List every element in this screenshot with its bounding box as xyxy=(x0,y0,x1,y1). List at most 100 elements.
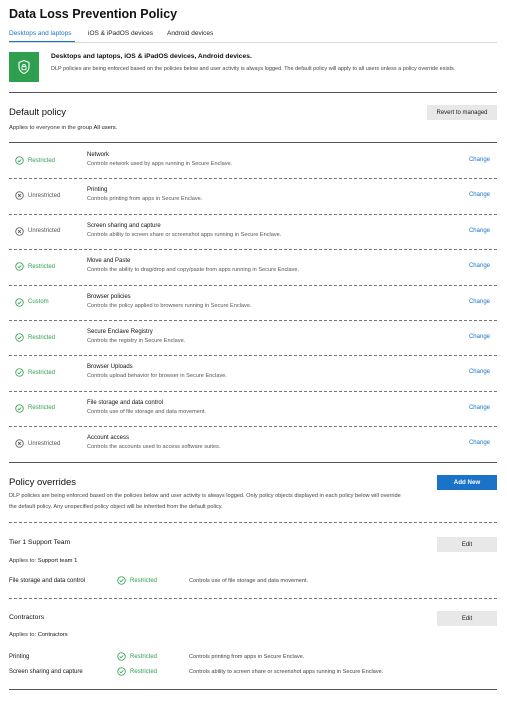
override-group-title: Contractors xyxy=(9,614,45,621)
add-new-override-button[interactable]: Add New xyxy=(437,475,497,490)
page-title: Data Loss Prevention Policy xyxy=(9,7,178,21)
status-label: Restricted xyxy=(28,334,56,341)
overrides-top-rule xyxy=(9,522,497,523)
policy-row: Restricted File storage and data control C… xyxy=(9,391,497,426)
policy-row: Unrestricted Account access Controls the a… xyxy=(9,426,497,461)
platform-tabs: Desktops and laptops iOS & iPadOS device… xyxy=(9,30,497,42)
change-link[interactable]: Change xyxy=(469,299,490,305)
policy-description: Controls use of file storage and data mo… xyxy=(87,408,207,415)
policy-description: Controls the accounts used to access sof… xyxy=(87,444,221,451)
override-row-name: File storage and data control xyxy=(9,578,86,584)
policy-overrides-description: DLP policies are being enforced based on… xyxy=(9,493,401,510)
edit-contractors-button[interactable]: Edit xyxy=(437,611,497,626)
check-circle-icon xyxy=(117,652,126,661)
change-link[interactable]: Change xyxy=(469,334,490,340)
status-label: Restricted xyxy=(130,668,158,675)
check-circle-icon xyxy=(117,576,126,585)
change-link[interactable]: Change xyxy=(469,405,490,411)
policy-name: Printing xyxy=(87,187,108,194)
check-circle-icon xyxy=(117,667,126,676)
tab-android[interactable]: Android devices xyxy=(167,30,213,37)
policy-row: Unrestricted Screen sharing and capture Co… xyxy=(9,214,497,249)
change-link[interactable]: Change xyxy=(469,157,490,163)
policy-name: Account access xyxy=(87,435,130,442)
x-circle-icon xyxy=(15,191,24,201)
banner-title: Desktops and laptops, iOS & iPadOS devic… xyxy=(51,53,252,60)
policy-name: File storage and data control xyxy=(87,399,164,406)
tab-desktops-laptops[interactable]: Desktops and laptops xyxy=(9,30,72,37)
policy-description: Controls ability to screen share or scre… xyxy=(87,231,282,238)
change-link[interactable]: Change xyxy=(469,192,490,198)
revert-to-managed-button[interactable]: Revert to managed xyxy=(427,105,497,120)
override-group-divider xyxy=(9,598,497,599)
check-circle-icon xyxy=(15,262,24,271)
status-restricted: Custom xyxy=(15,297,49,307)
status-restricted: Restricted xyxy=(117,576,157,585)
banner-divider xyxy=(9,92,497,93)
policy-description: Controls the ability to drag/drop and co… xyxy=(87,267,300,274)
change-link[interactable]: Change xyxy=(469,228,490,234)
status-restricted: Restricted xyxy=(117,652,157,661)
status-label: Restricted xyxy=(28,157,56,164)
override-row: Printing Restricted Controls printing fr… xyxy=(9,652,497,664)
check-circle-icon xyxy=(15,368,24,378)
default-policy-applies: Applies to everyone in the group All use… xyxy=(9,125,117,131)
status-restricted: Restricted xyxy=(15,262,55,271)
override-group-applies: Applies to: Contractors xyxy=(9,632,68,638)
status-label: Unrestricted xyxy=(28,440,61,447)
applies-prefix: Applies to: xyxy=(9,632,37,638)
override-row-name: Printing xyxy=(9,654,30,660)
policy-description: Controls upload behavior for browser in … xyxy=(87,373,227,380)
policy-description: Controls network used by apps running in… xyxy=(87,161,233,167)
edit-tier1-support-button[interactable]: Edit xyxy=(437,537,497,552)
check-circle-icon xyxy=(15,156,24,165)
policy-description: Controls printing from apps in Secure En… xyxy=(87,196,203,203)
policy-row: Unrestricted Printing Controls printing fr… xyxy=(9,178,497,213)
policy-name: Secure Enclave Registry xyxy=(87,329,153,335)
status-label: Unrestricted xyxy=(28,228,61,235)
applies-group: Support team 1 xyxy=(37,558,78,564)
applies-prefix: Applies to: xyxy=(9,558,37,564)
applies-group: Contractors xyxy=(37,632,68,638)
policy-row: Restricted Move and Paste Controls the abi… xyxy=(9,249,497,284)
policy-name: Move and Paste xyxy=(87,258,131,265)
status-label: Restricted xyxy=(130,653,158,660)
tab-ios-ipados[interactable]: iOS & iPadOS devices xyxy=(88,30,153,37)
default-policy-bottom-rule xyxy=(9,461,497,463)
change-link[interactable]: Change xyxy=(469,369,490,375)
check-circle-icon xyxy=(15,297,24,307)
check-circle-icon xyxy=(15,404,24,413)
status-label: Unrestricted xyxy=(28,192,61,199)
override-row: Screen sharing and capture Restricted Co… xyxy=(9,667,497,679)
status-label: Restricted xyxy=(28,405,56,412)
x-circle-icon xyxy=(15,227,24,236)
status-label: Custom xyxy=(28,299,49,306)
status-restricted: Restricted xyxy=(15,156,55,165)
override-row-description: Controls printing from apps in Secure En… xyxy=(189,654,305,660)
applies-prefix: Applies to everyone in the group xyxy=(9,125,93,131)
policy-name: Browser Uploads xyxy=(87,364,133,371)
policy-description: Controls the registry in Secure Enclave. xyxy=(87,338,186,344)
status-unrestricted: Unrestricted xyxy=(15,191,61,201)
shield-lock-icon xyxy=(9,52,39,82)
change-link[interactable]: Change xyxy=(469,263,490,269)
status-restricted: Restricted xyxy=(15,368,56,378)
status-restricted: Restricted xyxy=(117,667,157,676)
policy-row: Restricted Network Controls network used b… xyxy=(9,143,497,178)
status-label: Restricted xyxy=(28,263,56,270)
change-link[interactable]: Change xyxy=(469,440,490,446)
policy-name: Screen sharing and capture xyxy=(87,222,161,229)
status-label: Restricted xyxy=(28,369,56,376)
policy-description: Controls the policy applied to browsers … xyxy=(87,302,252,309)
status-restricted: Restricted xyxy=(15,404,55,413)
policy-row: Restricted Secure Enclave Registry Control… xyxy=(9,320,497,355)
status-label: Restricted xyxy=(130,577,158,584)
applies-group: All users. xyxy=(93,125,118,131)
status-unrestricted: Unrestricted xyxy=(15,439,60,448)
policy-row: Custom Browser policies Controls the polic… xyxy=(9,285,497,320)
status-restricted: Restricted xyxy=(15,333,55,342)
policy-row: Restricted Browser Uploads Controls upload… xyxy=(9,355,497,390)
override-group-applies: Applies to: Support team 1 xyxy=(9,558,77,564)
override-group-title: Tier 1 Support Team xyxy=(9,539,71,546)
x-circle-icon xyxy=(15,439,24,448)
